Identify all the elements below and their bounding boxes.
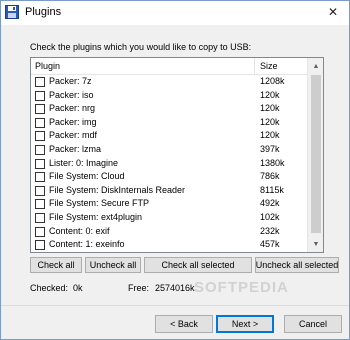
plugin-size: 8115k [260,184,284,195]
plugin-name: Packer: iso [49,89,94,100]
list-item[interactable]: Packer: 7z 1208k [31,75,308,89]
plugin-size: 102k [260,211,280,222]
plugin-checkbox[interactable] [35,172,45,183]
plugin-size: 397k [260,143,280,154]
check-all-button[interactable]: Check all [30,257,82,273]
list-item[interactable]: Packer: nrg 120k [31,102,308,116]
plugin-name: Packer: lzma [49,143,102,154]
close-button[interactable]: ✕ [317,1,349,23]
plugin-size: 120k [260,116,280,127]
column-separator[interactable] [254,58,255,75]
plugin-name: File System: ext4plugin [49,211,143,222]
column-header-size[interactable]: Size [260,61,278,71]
plugin-size: 120k [260,130,280,141]
uncheck-all-button[interactable]: Uncheck all [85,257,141,273]
list-item[interactable]: Packer: iso 120k [31,89,308,103]
plugin-checkbox[interactable] [35,199,45,210]
plugin-checkbox[interactable] [35,212,45,223]
list-header: Plugin Size [31,58,308,75]
free-value: 2574016k [155,283,195,293]
list-item[interactable]: File System: ext4plugin 102k [31,211,308,225]
softpedia-watermark: SOFTPEDIA [194,279,289,296]
plugin-name: Packer: nrg [49,103,96,114]
scroll-up-arrow-icon[interactable]: ▲ [308,58,323,74]
list-item[interactable]: Packer: lzma 397k [31,143,308,157]
plugin-checkbox[interactable] [35,117,45,128]
list-item[interactable]: File System: DiskInternals Reader 8115k [31,184,308,198]
plugin-checkbox[interactable] [35,90,45,101]
cancel-button[interactable]: Cancel [284,315,342,333]
next-button[interactable]: Next > [216,315,274,333]
checked-label: Checked: [30,283,69,293]
plugins-dialog: Plugins ✕ Check the plugins which you wo… [0,0,350,340]
vertical-scrollbar[interactable]: ▲ ▼ [307,58,323,252]
plugin-size: 120k [260,103,280,114]
free-label: Free: [128,283,150,293]
list-rows: Packer: 7z 1208k Packer: iso 120k Packer: nr… [31,75,308,252]
check-all-selected-button[interactable]: Check all selected [144,257,252,273]
plugin-checkbox[interactable] [35,158,45,169]
plugin-checkbox[interactable] [35,144,45,155]
plugin-size: 1208k [260,76,285,86]
column-header-plugin[interactable]: Plugin [35,61,60,71]
plugin-name: File System: DiskInternals Reader [49,184,186,195]
plugin-checkbox[interactable] [35,185,45,196]
window-title: Plugins [25,6,62,18]
plugin-name: File System: Secure FTP [49,198,150,209]
list-item[interactable]: Content: 1: exeinfo 457k [31,238,308,252]
plugin-name: Content: 0: exif [49,225,110,236]
list-item[interactable]: File System: Secure FTP 492k [31,197,308,211]
plugin-checkbox[interactable] [35,240,45,251]
uncheck-all-selected-button[interactable]: Uncheck all selected [255,257,339,273]
plugin-name: Packer: mdf [49,130,98,141]
close-icon: ✕ [327,5,339,19]
plugin-checkbox[interactable] [35,226,45,237]
list-item[interactable]: Content: 0: exif 232k [31,225,308,239]
plugin-size: 1380k [260,157,285,168]
plugin-size: 457k [260,239,280,250]
plugin-name: Lister: 0: Imagine [49,157,119,168]
plugin-checkbox[interactable] [35,131,45,142]
plugin-size: 120k [260,89,280,100]
checked-value: 0k [73,283,83,293]
plugin-size: 492k [260,198,280,209]
list-item[interactable]: Lister: 0: Imagine 1380k [31,157,308,171]
footer-divider [1,305,349,306]
list-item[interactable]: File System: Cloud 786k [31,170,308,184]
plugin-size: 232k [260,225,280,236]
instruction-text: Check the plugins which you would like t… [30,42,252,52]
plugin-name: Content: 1: exeinfo [49,239,125,250]
back-button[interactable]: < Back [155,315,213,333]
plugin-checkbox[interactable] [35,104,45,115]
list-item[interactable]: Packer: mdf 120k [31,129,308,143]
scroll-down-arrow-icon[interactable]: ▼ [308,236,323,252]
plugin-name: Packer: img [49,116,97,127]
plugin-checkbox[interactable] [35,77,45,87]
scrollbar-thumb[interactable] [311,75,321,233]
plugins-list[interactable]: Plugin Size Packer: 7z 1208k Packer: iso 12… [30,57,324,253]
plugin-name: File System: Cloud [49,171,125,182]
plugin-name: Packer: 7z [49,76,92,86]
list-item[interactable]: Packer: img 120k [31,116,308,130]
plugin-size: 786k [260,171,280,182]
floppy-disk-icon [5,5,19,19]
title-bar: Plugins ✕ [1,1,349,25]
